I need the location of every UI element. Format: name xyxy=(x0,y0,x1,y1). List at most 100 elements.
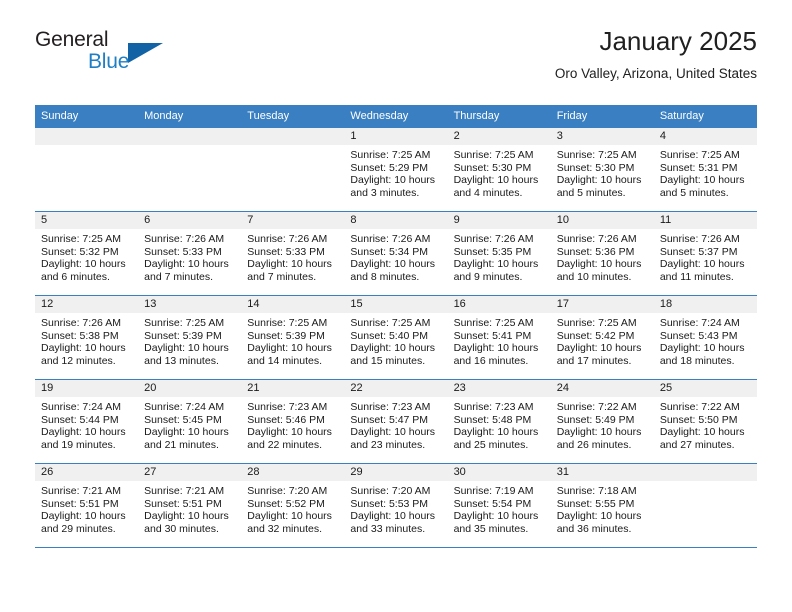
calendar-day-cell[interactable]: 7 Sunrise: 7:26 AM Sunset: 5:33 PM Daylight… xyxy=(241,211,345,296)
day-details: Sunrise: 7:26 AM Sunset: 5:33 PM Daylight:… xyxy=(138,229,241,283)
sunrise-text: Sunrise: 7:25 AM xyxy=(556,317,637,329)
calendar-day-cell[interactable]: 4 Sunrise: 7:25 AM Sunset: 5:31 PM Daylight… xyxy=(653,128,757,212)
daylight-text: Daylight: 10 hours and 9 minutes. xyxy=(453,258,539,283)
calendar-day-cell[interactable]: 26 Sunrise: 7:21 AM Sunset: 5:51 PM Dayligh… xyxy=(35,463,139,548)
day-number: 13 xyxy=(138,296,242,313)
calendar-day-cell[interactable]: 28 Sunrise: 7:20 AM Sunset: 5:52 PM Dayligh… xyxy=(241,463,345,548)
sunset-text: Sunset: 5:39 PM xyxy=(247,329,325,342)
day-cell-content: 7 Sunrise: 7:26 AM Sunset: 5:33 PM Daylight… xyxy=(241,212,345,295)
day-number: 18 xyxy=(653,296,757,313)
daylight-text: Daylight: 10 hours and 23 minutes. xyxy=(350,426,436,451)
day-number: 23 xyxy=(447,380,551,397)
daylight-text: Daylight: 10 hours and 12 minutes. xyxy=(41,342,126,367)
sunrise-text: Sunrise: 7:25 AM xyxy=(350,149,431,161)
day-cell-content: 13 Sunrise: 7:25 AM Sunset: 5:39 PM Dayligh… xyxy=(138,296,242,379)
calendar-day-cell[interactable]: 1 Sunrise: 7:25 AM Sunset: 5:29 PM Daylight… xyxy=(344,128,448,212)
day-number: 25 xyxy=(653,380,757,397)
daylight-text: Daylight: 10 hours and 30 minutes. xyxy=(144,510,229,535)
calendar-day-cell[interactable]: 24 Sunrise: 7:22 AM Sunset: 5:49 PM Dayligh… xyxy=(550,379,654,464)
daylight-text: Daylight: 10 hours and 5 minutes. xyxy=(659,174,745,199)
calendar-day-cell[interactable]: 20 Sunrise: 7:24 AM Sunset: 5:45 PM Dayligh… xyxy=(138,379,242,464)
sunrise-text: Sunrise: 7:25 AM xyxy=(659,149,740,161)
calendar-day-cell[interactable]: 23 Sunrise: 7:23 AM Sunset: 5:48 PM Dayligh… xyxy=(447,379,551,464)
calendar-day-cell[interactable]: 17 Sunrise: 7:25 AM Sunset: 5:42 PM Dayligh… xyxy=(550,295,654,380)
day-cell-content xyxy=(653,464,757,547)
daylight-text: Daylight: 10 hours and 17 minutes. xyxy=(556,342,642,367)
calendar-day-cell[interactable]: 11 Sunrise: 7:26 AM Sunset: 5:37 PM Dayligh… xyxy=(653,211,757,296)
day-cell-content: 10 Sunrise: 7:26 AM Sunset: 5:36 PM Dayligh… xyxy=(550,212,654,295)
day-details: Sunrise: 7:26 AM Sunset: 5:37 PM Daylight:… xyxy=(654,229,757,283)
day-cell-content xyxy=(241,128,345,211)
sunrise-text: Sunrise: 7:20 AM xyxy=(350,485,431,497)
sunset-text: Sunset: 5:40 PM xyxy=(350,329,429,342)
calendar-day-cell-empty xyxy=(138,128,242,212)
title-block: January 2025 Oro Valley, Arizona, United… xyxy=(555,24,757,82)
sunset-text: Sunset: 5:30 PM xyxy=(453,161,532,174)
sunrise-text: Sunrise: 7:21 AM xyxy=(41,485,121,497)
day-details: Sunrise: 7:25 AM Sunset: 5:32 PM Daylight:… xyxy=(35,229,138,283)
calendar-day-cell[interactable]: 10 Sunrise: 7:26 AM Sunset: 5:36 PM Dayligh… xyxy=(550,211,654,296)
sunset-text: Sunset: 5:39 PM xyxy=(144,329,222,342)
day-cell-content: 11 Sunrise: 7:26 AM Sunset: 5:37 PM Dayligh… xyxy=(653,212,757,295)
day-details: Sunrise: 7:21 AM Sunset: 5:51 PM Daylight:… xyxy=(35,481,138,535)
calendar-day-cell[interactable]: 25 Sunrise: 7:22 AM Sunset: 5:50 PM Dayligh… xyxy=(653,379,757,464)
day-cell-content: 15 Sunrise: 7:25 AM Sunset: 5:40 PM Dayligh… xyxy=(344,296,448,379)
day-cell-content: 1 Sunrise: 7:25 AM Sunset: 5:29 PM Daylight… xyxy=(344,128,448,211)
day-cell-content: 20 Sunrise: 7:24 AM Sunset: 5:45 PM Dayligh… xyxy=(138,380,242,463)
calendar-day-cell[interactable]: 12 Sunrise: 7:26 AM Sunset: 5:38 PM Dayligh… xyxy=(35,295,139,380)
calendar-day-cell[interactable]: 19 Sunrise: 7:24 AM Sunset: 5:44 PM Dayligh… xyxy=(35,379,139,464)
daylight-text: Daylight: 10 hours and 36 minutes. xyxy=(556,510,642,535)
sunrise-text: Sunrise: 7:25 AM xyxy=(41,233,121,245)
day-cell-content: 30 Sunrise: 7:19 AM Sunset: 5:54 PM Dayligh… xyxy=(447,464,551,547)
day-details: Sunrise: 7:23 AM Sunset: 5:47 PM Daylight:… xyxy=(344,397,447,451)
calendar-week-row: 12 Sunrise: 7:26 AM Sunset: 5:38 PM Dayligh… xyxy=(35,295,757,380)
sunrise-text: Sunrise: 7:26 AM xyxy=(556,233,637,245)
day-details: Sunrise: 7:25 AM Sunset: 5:31 PM Daylight:… xyxy=(654,145,757,199)
daylight-text: Daylight: 10 hours and 7 minutes. xyxy=(247,258,332,283)
calendar-day-cell[interactable]: 9 Sunrise: 7:26 AM Sunset: 5:35 PM Daylight… xyxy=(447,211,551,296)
general-blue-logo[interactable]: General Blue xyxy=(35,28,245,84)
day-number: 31 xyxy=(550,464,654,481)
calendar-day-cell[interactable]: 5 Sunrise: 7:25 AM Sunset: 5:32 PM Daylight… xyxy=(35,211,139,296)
calendar-day-cell[interactable]: 22 Sunrise: 7:23 AM Sunset: 5:47 PM Dayligh… xyxy=(344,379,448,464)
day-cell-content: 12 Sunrise: 7:26 AM Sunset: 5:38 PM Dayligh… xyxy=(35,296,139,379)
calendar-day-cell[interactable]: 21 Sunrise: 7:23 AM Sunset: 5:46 PM Dayligh… xyxy=(241,379,345,464)
day-details: Sunrise: 7:21 AM Sunset: 5:51 PM Daylight:… xyxy=(138,481,241,535)
day-details: Sunrise: 7:23 AM Sunset: 5:48 PM Daylight:… xyxy=(448,397,551,451)
calendar-week-row: 26 Sunrise: 7:21 AM Sunset: 5:51 PM Dayligh… xyxy=(35,463,757,548)
calendar-day-cell[interactable]: 31 Sunrise: 7:18 AM Sunset: 5:55 PM Dayligh… xyxy=(550,463,654,548)
calendar-day-cell[interactable]: 16 Sunrise: 7:25 AM Sunset: 5:41 PM Dayligh… xyxy=(447,295,551,380)
calendar-day-cell[interactable]: 8 Sunrise: 7:26 AM Sunset: 5:34 PM Daylight… xyxy=(344,211,448,296)
sunset-text: Sunset: 5:35 PM xyxy=(453,245,532,258)
calendar-day-cell[interactable]: 18 Sunrise: 7:24 AM Sunset: 5:43 PM Dayligh… xyxy=(653,295,757,380)
sunset-text: Sunset: 5:42 PM xyxy=(556,329,635,342)
sunset-text: Sunset: 5:33 PM xyxy=(247,245,325,258)
calendar-day-cell[interactable]: 29 Sunrise: 7:20 AM Sunset: 5:53 PM Dayligh… xyxy=(344,463,448,548)
sunrise-text: Sunrise: 7:26 AM xyxy=(247,233,328,245)
sunrise-text: Sunrise: 7:22 AM xyxy=(556,401,637,413)
day-details: Sunrise: 7:25 AM Sunset: 5:40 PM Daylight:… xyxy=(344,313,447,367)
logo-triangle-icon xyxy=(128,43,163,63)
sunset-text: Sunset: 5:34 PM xyxy=(350,245,429,258)
day-cell-content: 24 Sunrise: 7:22 AM Sunset: 5:49 PM Dayligh… xyxy=(550,380,654,463)
calendar-week-row: 5 Sunrise: 7:25 AM Sunset: 5:32 PM Daylight… xyxy=(35,211,757,296)
calendar-day-cell[interactable]: 15 Sunrise: 7:25 AM Sunset: 5:40 PM Dayligh… xyxy=(344,295,448,380)
calendar-day-cell[interactable]: 6 Sunrise: 7:26 AM Sunset: 5:33 PM Daylight… xyxy=(138,211,242,296)
sunset-text: Sunset: 5:31 PM xyxy=(659,161,738,174)
day-number: 8 xyxy=(344,212,448,229)
calendar-day-cell[interactable]: 14 Sunrise: 7:25 AM Sunset: 5:39 PM Dayligh… xyxy=(241,295,345,380)
logo-text-general: General xyxy=(35,28,109,51)
sunset-text: Sunset: 5:52 PM xyxy=(247,497,325,510)
daylight-text: Daylight: 10 hours and 7 minutes. xyxy=(144,258,229,283)
sunrise-text: Sunrise: 7:23 AM xyxy=(350,401,431,413)
daylight-text: Daylight: 10 hours and 10 minutes. xyxy=(556,258,642,283)
calendar-day-cell[interactable]: 27 Sunrise: 7:21 AM Sunset: 5:51 PM Dayligh… xyxy=(138,463,242,548)
daylight-text: Daylight: 10 hours and 21 minutes. xyxy=(144,426,229,451)
daylight-text: Daylight: 10 hours and 25 minutes. xyxy=(453,426,539,451)
page-title: January 2025 xyxy=(599,26,757,56)
calendar-day-cell[interactable]: 30 Sunrise: 7:19 AM Sunset: 5:54 PM Dayligh… xyxy=(447,463,551,548)
calendar-day-cell[interactable]: 2 Sunrise: 7:25 AM Sunset: 5:30 PM Daylight… xyxy=(447,128,551,212)
calendar-day-cell[interactable]: 13 Sunrise: 7:25 AM Sunset: 5:39 PM Dayligh… xyxy=(138,295,242,380)
calendar-day-cell[interactable]: 3 Sunrise: 7:25 AM Sunset: 5:30 PM Daylight… xyxy=(550,128,654,212)
sunset-text: Sunset: 5:37 PM xyxy=(659,245,738,258)
